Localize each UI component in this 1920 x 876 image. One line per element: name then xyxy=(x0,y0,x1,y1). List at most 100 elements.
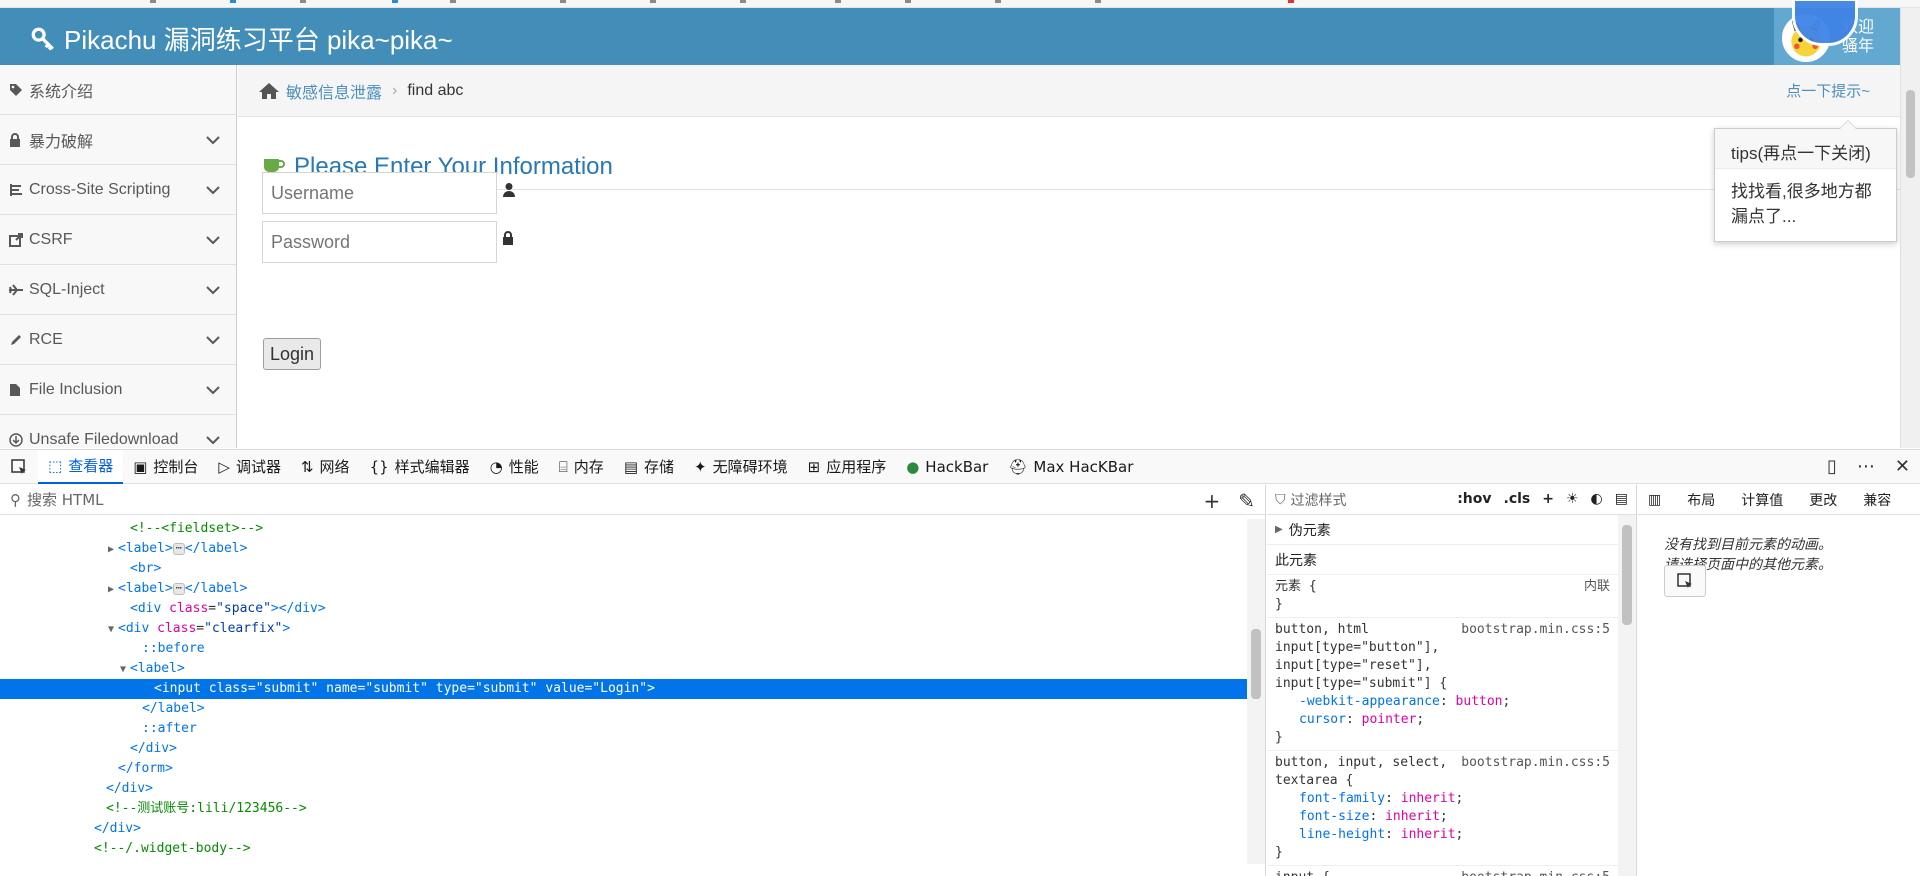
sidebar-item-label: 暴力破解 xyxy=(29,133,94,151)
devtools-window-controls: ▯ ⋯ ✕ xyxy=(1827,456,1910,477)
tree-node[interactable]: ▶ <label> ⋯ </label> xyxy=(0,539,1248,559)
side-tab[interactable]: 布局 xyxy=(1687,490,1715,510)
css-declaration[interactable]: font-family: inherit; xyxy=(1275,790,1628,808)
login-button[interactable]: Login xyxy=(263,338,321,370)
rules-view: ⛉ 过滤样式 :hov .cls + ☀ ◐ ▤ ▶ 伪元素 此元素 元素 {内联… xyxy=(1267,485,1637,876)
sidebar-toggle-icon[interactable]: ▥ xyxy=(1648,492,1661,508)
tree-node[interactable]: </div> xyxy=(0,739,1248,759)
sidebar-item-intro[interactable]: 系统介绍 xyxy=(0,65,236,115)
print-media-icon[interactable]: ▤ xyxy=(1615,491,1628,507)
tab-inspector[interactable]: ⬚ 查看器 xyxy=(38,449,124,484)
rule-source-link[interactable]: bootstrap.min.css:5 xyxy=(1461,621,1610,639)
tab-network[interactable]: ⇅ 网络 xyxy=(291,450,360,484)
styles-filter-bar[interactable]: ⛉ 过滤样式 :hov .cls + ☀ ◐ ▤ xyxy=(1267,485,1636,515)
element-picker-button[interactable] xyxy=(0,450,38,484)
sidebar-item-rce[interactable]: RCE xyxy=(0,315,236,365)
css-rule[interactable]: 元素 {内联} xyxy=(1267,575,1636,618)
rule-source-link[interactable]: 内联 xyxy=(1584,578,1610,596)
sidebar-item-csrf[interactable]: CSRF xyxy=(0,215,236,265)
tree-node[interactable]: </div> xyxy=(0,779,1248,799)
tips-popover[interactable]: tips(再点一下关闭) 找找看,很多地方都漏点了... xyxy=(1714,120,1897,242)
css-rule[interactable]: button, html input[type="button"], input… xyxy=(1267,618,1636,751)
close-icon[interactable]: ✕ xyxy=(1895,456,1910,477)
tree-node[interactable]: </div> xyxy=(0,819,1248,839)
scrollbar-thumb[interactable] xyxy=(1906,90,1915,178)
hov-toggle[interactable]: :hov xyxy=(1457,491,1491,507)
sidebar-item-file-inclusion[interactable]: File Inclusion xyxy=(0,365,236,415)
tree-node[interactable]: </form> xyxy=(0,759,1248,779)
rules-scrollbar[interactable] xyxy=(1618,515,1636,876)
cls-toggle[interactable]: .cls xyxy=(1504,491,1531,507)
password-input[interactable] xyxy=(262,221,497,263)
tab-performance[interactable]: ◔ 性能 xyxy=(480,450,549,484)
side-tab[interactable]: 更改 xyxy=(1809,490,1837,510)
sidebar-item-sqli[interactable]: SQL-Inject xyxy=(0,265,236,315)
user-menu[interactable]: 欢迎 骚年 xyxy=(1774,0,1900,65)
page-scrollbar[interactable] xyxy=(1900,8,1920,448)
eyedropper-icon[interactable]: ✎ xyxy=(1238,489,1255,513)
list-icon xyxy=(9,183,25,197)
css-declaration[interactable]: font-size: inherit; xyxy=(1275,808,1628,826)
tab-max-hackbar[interactable]: ⛑ Max HacKBar xyxy=(998,450,1143,484)
tab-application[interactable]: ⊞ 应用程序 xyxy=(798,450,897,484)
html-search-input[interactable]: 搜索 HTML xyxy=(27,489,104,510)
brand[interactable]: Pikachu 漏洞练习平台 pika~pika~ xyxy=(30,20,453,57)
scrollbar-thumb[interactable] xyxy=(1622,525,1632,625)
tree-node[interactable]: <!--<fieldset>--> xyxy=(0,519,1248,539)
dark-theme-icon[interactable]: ◐ xyxy=(1591,491,1603,507)
username-input[interactable] xyxy=(262,172,497,214)
tab-style-editor[interactable]: {} 样式编辑器 xyxy=(360,450,480,484)
css-declaration[interactable]: -webkit-appearance: button; xyxy=(1275,693,1628,711)
tab-hackbar[interactable]: ● HackBar xyxy=(896,450,998,484)
hint-link[interactable]: 点一下提示~ xyxy=(1786,80,1870,101)
tab-storage[interactable]: ▤ 存储 xyxy=(614,450,684,484)
tree-node[interactable]: ▼ <div class="clearfix"> xyxy=(0,619,1248,639)
pencil-icon xyxy=(9,333,25,347)
side-tab[interactable]: 兼容 xyxy=(1863,490,1891,510)
element-picker-icon xyxy=(11,458,26,474)
tree-node[interactable]: </label> xyxy=(0,699,1248,719)
tree-node[interactable]: ▼ <label> xyxy=(0,659,1248,679)
light-theme-icon[interactable]: ☀ xyxy=(1566,491,1579,507)
popover-title[interactable]: tips(再点一下关闭) xyxy=(1715,129,1896,169)
pick-element-button[interactable] xyxy=(1664,565,1706,597)
dock-icon[interactable]: ▯ xyxy=(1827,456,1837,477)
css-declaration[interactable]: line-height: inherit; xyxy=(1275,826,1628,844)
tab-debugger[interactable]: ▷ 调试器 xyxy=(208,450,291,484)
more-options-icon[interactable]: ⋯ xyxy=(1857,456,1875,477)
style-editor-icon: {} xyxy=(369,457,389,476)
filter-icon: ⛉ xyxy=(1275,491,1286,508)
this-element-label: 此元素 xyxy=(1275,552,1317,569)
tree-scrollbar[interactable] xyxy=(1247,519,1265,864)
tree-node[interactable]: <!--测试账号:lili/123456--> xyxy=(0,799,1248,819)
scrollbar-thumb[interactable] xyxy=(1251,629,1261,699)
add-rule-icon[interactable]: + xyxy=(1542,491,1554,507)
sidebar-item-unsafe-download[interactable]: Unsafe Filedownload xyxy=(0,415,236,448)
tab-label: 调试器 xyxy=(235,458,281,476)
tree-node[interactable]: ▶ <label> ⋯ </label> xyxy=(0,579,1248,599)
tree-node[interactable]: <div class="space"></div> xyxy=(0,599,1248,619)
breadcrumb-parent-link[interactable]: 敏感信息泄露 xyxy=(286,79,382,103)
sidebar: 系统介绍 暴力破解 Cross-Site Scripting CSRF SQL-… xyxy=(0,65,237,448)
rule-source-link[interactable]: bootstrap.min.css:5 xyxy=(1461,754,1610,772)
tab-console[interactable]: ▣ 控制台 xyxy=(123,450,208,484)
styles-filter-input[interactable]: 过滤样式 xyxy=(1291,490,1347,510)
home-icon[interactable] xyxy=(258,82,280,100)
css-declaration[interactable]: cursor: pointer; xyxy=(1275,711,1628,729)
tree-node[interactable]: ::before xyxy=(0,639,1248,659)
sidebar-item-bruteforce[interactable]: 暴力破解 xyxy=(0,115,236,165)
tree-node[interactable]: <!--/.widget-body--> xyxy=(0,839,1248,859)
tree-node[interactable]: <input class="submit" name="submit" type… xyxy=(0,679,1248,699)
expand-arrow-icon: ▶ xyxy=(1275,524,1283,535)
tab-accessibility[interactable]: ✦ 无障碍环境 xyxy=(684,450,798,484)
html-search-bar[interactable]: ⚲ 搜索 HTML + ✎ xyxy=(0,485,1265,515)
sidebar-item-xss[interactable]: Cross-Site Scripting xyxy=(0,165,236,215)
tree-node[interactable]: ::after xyxy=(0,719,1248,739)
pseudo-elements-section[interactable]: ▶ 伪元素 xyxy=(1267,515,1636,545)
side-tab[interactable]: 计算值 xyxy=(1741,490,1783,510)
tree-node[interactable]: <br> xyxy=(0,559,1248,579)
css-rule[interactable]: button, input, select, textarea {bootstr… xyxy=(1267,751,1636,866)
add-node-icon[interactable]: + xyxy=(1203,489,1220,513)
tab-memory[interactable]: ⌸ 内存 xyxy=(549,450,614,484)
chevron-down-icon xyxy=(206,232,220,250)
